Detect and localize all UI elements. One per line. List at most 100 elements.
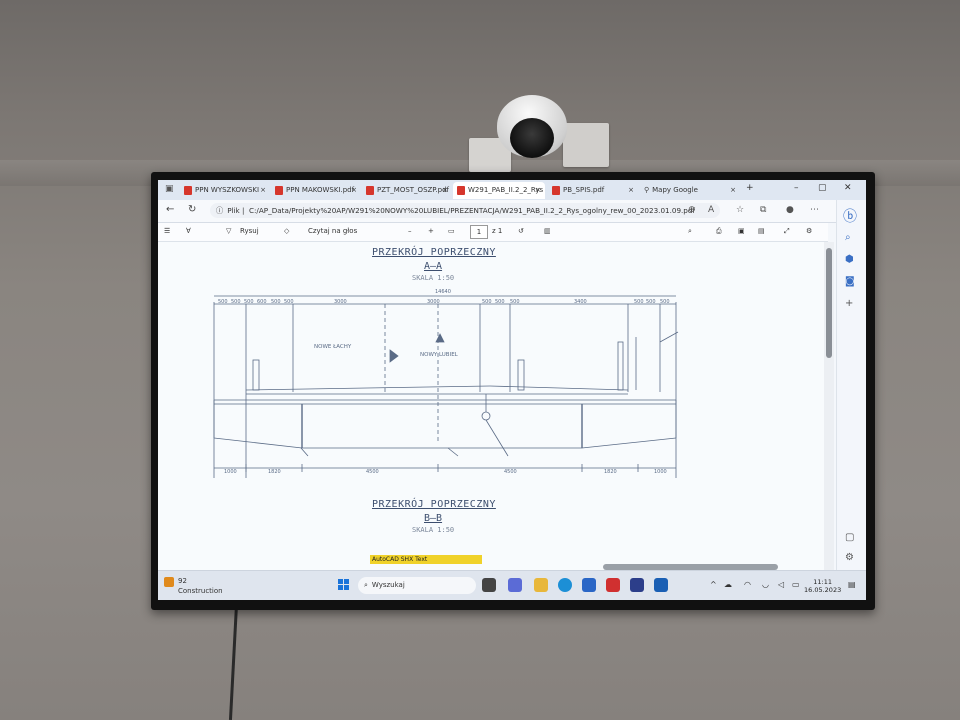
collections-icon[interactable]: ⧉ xyxy=(760,205,766,215)
info-icon: ⓘ xyxy=(216,206,224,215)
security-camera-lens xyxy=(510,118,554,158)
file-explorer-icon[interactable] xyxy=(534,578,548,592)
close-icon[interactable]: × xyxy=(535,182,541,199)
tab-ppn-makowski[interactable]: PPN MAKOWSKI.pdf × xyxy=(271,182,361,199)
pdf-file-icon xyxy=(457,185,465,195)
wifi-icon[interactable]: ◡ xyxy=(762,580,769,589)
url-text: C:/AP_Data/Projekty%20AP/W291%20NOWY%20L… xyxy=(248,206,695,215)
pdf-file-icon xyxy=(366,185,374,195)
settings-icon[interactable]: ⚙ xyxy=(806,227,812,235)
pdf-file-icon xyxy=(552,185,560,195)
favorite-star-icon[interactable]: ☆ xyxy=(736,205,744,215)
save-app-icon[interactable] xyxy=(630,578,644,592)
vertical-scrollbar[interactable] xyxy=(824,242,834,570)
windows-start-icon[interactable] xyxy=(338,579,350,591)
rotate-icon[interactable]: ↺ xyxy=(518,227,524,235)
workspaces-icon[interactable]: ▣ xyxy=(165,184,174,194)
tray-chevron-icon[interactable]: ^ xyxy=(710,580,717,589)
outlook-icon[interactable]: ◙ xyxy=(845,276,855,287)
section-b-subtitle: B—B xyxy=(424,513,443,524)
battery-icon[interactable]: ▭ xyxy=(792,580,800,589)
save-as-icon[interactable]: ▤ xyxy=(758,227,765,235)
profile-icon[interactable]: ● xyxy=(786,205,794,215)
zoom-icon[interactable]: ⊕ xyxy=(688,205,696,215)
autocad-text-tag: AutoCAD SHX Text xyxy=(370,555,482,564)
pdf-toolbar: ☰ ∀ ▽ Rysuj ◇ Czytaj na głos – + ▭ 1 z 1… xyxy=(158,223,828,242)
volume-icon[interactable]: ◁ xyxy=(778,580,784,589)
cross-section-drawing xyxy=(213,295,679,478)
tab-w291-active[interactable]: W291_PAB_II.2_2_Rys × xyxy=(453,182,545,199)
save-icon[interactable]: ▣ xyxy=(738,227,745,235)
tab-bar: ▣ PPN WYSZKOWSKI × PPN MAKOWSKI.pdf × PZT_… xyxy=(158,180,866,200)
draw-icon[interactable]: ▽ xyxy=(226,227,231,235)
scrollbar-thumb[interactable] xyxy=(826,248,832,358)
page-number-input[interactable]: 1 xyxy=(470,225,488,239)
weather-widget[interactable]: 92 Construction xyxy=(164,577,223,595)
system-clock[interactable]: 11:11 16.05.2023 xyxy=(804,578,841,594)
close-window-button[interactable]: ✕ xyxy=(844,183,852,193)
windows-taskbar: 92 Construction ⌕ Wyszukaj ^ ☁ ◠ ◡ ◁ ▭ 11… xyxy=(158,570,866,600)
new-tab-button[interactable]: + xyxy=(746,183,754,193)
highlight-icon[interactable]: ∀ xyxy=(186,227,191,235)
close-icon[interactable]: × xyxy=(260,182,266,199)
read-aloud-icon[interactable]: A xyxy=(708,205,714,215)
zoom-out-button[interactable]: – xyxy=(408,227,412,235)
word-icon[interactable] xyxy=(654,578,668,592)
maximize-button[interactable]: ▢ xyxy=(818,183,827,193)
page-view-icon[interactable]: ▥ xyxy=(544,227,551,235)
search-icon[interactable]: ⌕ xyxy=(688,227,692,236)
notification-icon[interactable]: ▤ xyxy=(848,580,856,589)
sidebar-settings-icon[interactable]: ⚙ xyxy=(845,552,854,563)
close-icon[interactable]: × xyxy=(628,182,634,199)
tv-screen: ▣ PPN WYSZKOWSKI × PPN MAKOWSKI.pdf × PZT_… xyxy=(158,180,866,600)
edge-sidebar: ⓑ ⌕ ⬢ ◙ + ▢ ⚙ xyxy=(836,200,866,570)
url-field[interactable]: ⓘ Plik | C:/AP_Data/Projekty%20AP/W291%20… xyxy=(210,203,720,218)
taskbar-search[interactable]: ⌕ Wyszukaj xyxy=(358,577,476,594)
contents-icon[interactable]: ☰ xyxy=(164,227,170,235)
fit-page-icon[interactable]: ▭ xyxy=(448,227,455,235)
tab-ppn-wyszkowski[interactable]: PPN WYSZKOWSKI × xyxy=(180,182,270,199)
section-b-scale: SKALA 1:50 xyxy=(412,526,455,534)
close-icon[interactable]: × xyxy=(351,182,357,199)
bing-icon[interactable]: ⓑ xyxy=(843,206,857,226)
tab-pzt-most[interactable]: PZT_MOST_OSZP.pdf × xyxy=(362,182,452,199)
search-icon[interactable]: ⌕ xyxy=(845,232,851,243)
read-aloud-button[interactable]: Czytaj na głos xyxy=(308,227,357,235)
search-icon: ⌕ xyxy=(364,581,368,589)
more-menu-icon[interactable]: ⋯ xyxy=(810,205,819,215)
construction-warning-icon xyxy=(164,577,174,587)
eraser-icon[interactable]: ◇ xyxy=(284,227,289,235)
sidebar-panel-icon[interactable]: ▢ xyxy=(845,532,854,543)
ceiling-junction-box-right xyxy=(563,123,609,167)
label-nowe-lachy: NOWE ŁACHY xyxy=(314,344,352,350)
pdf-file-icon xyxy=(275,185,283,195)
print-icon[interactable]: ⎙ xyxy=(716,227,722,236)
label-nowy-lubiel: NOWY LUBIEL xyxy=(420,352,458,358)
draw-button[interactable]: Rysuj xyxy=(240,227,259,235)
outlook-taskbar-icon[interactable] xyxy=(582,578,596,592)
refresh-icon[interactable]: ↻ xyxy=(188,204,196,215)
shopping-icon[interactable]: ⬢ xyxy=(845,254,854,265)
section-b-title: PRZEKRÓJ POPRZECZNY xyxy=(372,499,496,510)
close-icon[interactable]: × xyxy=(442,182,448,199)
tv-cable xyxy=(228,604,239,720)
tab-pb-spis[interactable]: PB_SPIS.pdf × xyxy=(548,182,638,199)
task-view-icon[interactable] xyxy=(482,578,496,592)
pdf-document: PRZEKRÓJ POPRZECZNY A—A SKALA 1:50 500 5… xyxy=(158,242,824,570)
fullscreen-icon[interactable]: ⤢ xyxy=(784,227,790,236)
pdf-file-icon xyxy=(184,185,192,195)
back-icon[interactable]: ← xyxy=(166,204,174,215)
map-pin-icon: ⚲ xyxy=(644,186,650,194)
tab-mapy-google[interactable]: ⚲ Mapy Google × xyxy=(640,182,740,199)
cloud-icon[interactable]: ☁ xyxy=(724,580,732,589)
acrobat-icon[interactable] xyxy=(606,578,620,592)
page-total: z 1 xyxy=(492,227,503,235)
zoom-in-button[interactable]: + xyxy=(428,227,434,235)
network-icon[interactable]: ◠ xyxy=(744,580,751,589)
close-icon[interactable]: × xyxy=(730,182,736,199)
add-app-icon[interactable]: + xyxy=(845,298,853,309)
teams-chat-icon[interactable] xyxy=(508,578,522,592)
minimize-button[interactable]: – xyxy=(794,183,799,193)
edge-icon[interactable] xyxy=(558,578,572,592)
overall-dimension: 14640 xyxy=(435,289,451,295)
